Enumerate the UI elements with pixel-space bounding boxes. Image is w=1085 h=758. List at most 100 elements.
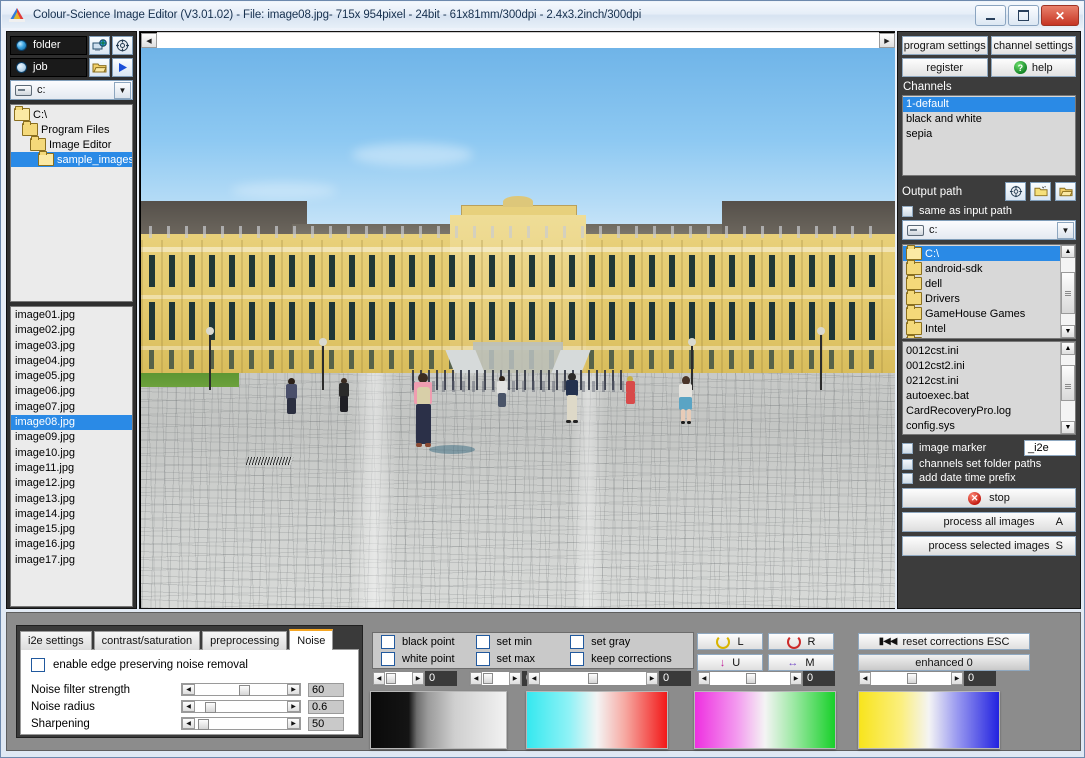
network-computer-icon[interactable]: [89, 35, 110, 55]
input-file-list[interactable]: image01.jpg image02.jpg image03.jpg imag…: [10, 306, 133, 607]
folder-item[interactable]: Intel: [903, 320, 1060, 336]
channel-item[interactable]: sepia: [903, 127, 1075, 142]
list-item[interactable]: image03.jpg: [11, 339, 132, 354]
slider-thumb[interactable]: [483, 673, 493, 684]
process-all-images-button[interactable]: process all images A: [902, 512, 1076, 532]
channel-item[interactable]: black and white: [903, 112, 1075, 127]
folder-item[interactable]: dell: [903, 275, 1060, 291]
black-point-checkbox[interactable]: [381, 635, 395, 649]
list-item[interactable]: image07.jpg: [11, 400, 132, 415]
list-item[interactable]: image06.jpg: [11, 384, 132, 399]
black-point-row[interactable]: black point: [381, 634, 476, 651]
slider-thumb[interactable]: [239, 685, 250, 696]
sharpening-slider[interactable]: ◀ ▶: [181, 717, 301, 730]
slider-left-arrow[interactable]: ◀: [373, 672, 385, 685]
mini-slider-track-4[interactable]: ◀ ▶: [697, 671, 803, 686]
list-item[interactable]: config.sys: [903, 418, 1060, 433]
list-item[interactable]: 0212cst.ini: [903, 373, 1060, 388]
swatch-yellow-blue-ramp[interactable]: [858, 691, 1000, 749]
keep-corrections-row[interactable]: keep corrections: [570, 651, 693, 668]
slider-thumb[interactable]: [386, 673, 396, 684]
rotate-left-button[interactable]: L: [697, 633, 763, 650]
list-item[interactable]: image05.jpg: [11, 369, 132, 384]
process-selected-images-button[interactable]: process selected images S: [902, 536, 1076, 556]
list-item[interactable]: image01.jpg: [11, 308, 132, 323]
white-point-checkbox[interactable]: [381, 652, 395, 666]
input-drive-select[interactable]: c: ▼: [10, 80, 133, 100]
slider-thumb[interactable]: [205, 702, 216, 713]
tree-node[interactable]: Program Files: [11, 121, 132, 137]
list-item[interactable]: image17.jpg: [11, 553, 132, 568]
set-min-checkbox[interactable]: [475, 635, 490, 649]
maximize-button[interactable]: [1008, 5, 1039, 26]
scroll-track[interactable]: [157, 32, 879, 49]
date-time-prefix-checkbox[interactable]: [902, 472, 913, 484]
folder-item-selected[interactable]: C:\: [903, 245, 1060, 261]
output-file-scrollbar[interactable]: ▲ ▼: [1060, 342, 1075, 434]
horizontal-scrollbar[interactable]: ◀ ▶: [141, 32, 895, 49]
slider-left-arrow[interactable]: ◀: [698, 672, 710, 685]
tab-i2e-settings[interactable]: i2e settings: [20, 631, 92, 650]
list-item[interactable]: image14.jpg: [11, 507, 132, 522]
scroll-up-button[interactable]: ▲: [1061, 245, 1075, 258]
output-file-list[interactable]: 0012cst.ini 0012cst2.ini 0212cst.ini aut…: [902, 341, 1076, 435]
slider-right-arrow[interactable]: ▶: [509, 672, 521, 685]
list-item[interactable]: autoexec.bat: [903, 388, 1060, 403]
mini-slider-track-3[interactable]: ◀ ▶: [527, 671, 659, 686]
reset-corrections-button[interactable]: ▮◀◀ reset corrections ESC: [858, 633, 1030, 650]
tab-preprocessing[interactable]: preprocessing: [202, 631, 288, 650]
tree-node[interactable]: Image Editor: [11, 136, 132, 152]
program-settings-button[interactable]: program settings: [902, 36, 988, 55]
scroll-down-button[interactable]: ▼: [1061, 421, 1075, 434]
list-item[interactable]: image10.jpg: [11, 446, 132, 461]
list-item[interactable]: END: [903, 433, 1060, 434]
mirror-button[interactable]: ↔ M: [768, 654, 834, 671]
stop-button[interactable]: ✕ stop: [902, 488, 1076, 508]
set-max-row[interactable]: set max: [475, 651, 571, 668]
open-folder-icon[interactable]: [89, 57, 110, 77]
slider-thumb[interactable]: [588, 673, 598, 684]
mini-slider-4[interactable]: ◀ ▶ 0: [697, 671, 837, 686]
list-item[interactable]: CardRecoveryPro.log: [903, 403, 1060, 418]
slider-left-arrow[interactable]: ◀: [859, 672, 871, 685]
list-item[interactable]: image02.jpg: [11, 323, 132, 338]
open-folder-icon[interactable]: [1055, 182, 1076, 201]
folder-tree[interactable]: C:\ Program Files Image Editor sample_im…: [10, 104, 133, 302]
list-item[interactable]: image11.jpg: [11, 461, 132, 476]
slider-right-arrow[interactable]: ▶: [951, 672, 963, 685]
noise-filter-strength-slider[interactable]: ◀ ▶: [181, 683, 301, 696]
enhanced-button[interactable]: enhanced 0: [858, 654, 1030, 671]
list-item[interactable]: 0012cst2.ini: [903, 358, 1060, 373]
scroll-thumb[interactable]: [1061, 272, 1075, 314]
target-icon[interactable]: [1005, 182, 1026, 201]
enable-noise-removal-checkbox[interactable]: [31, 658, 45, 672]
slider-right-arrow[interactable]: ▶: [287, 684, 300, 695]
list-item[interactable]: image13.jpg: [11, 492, 132, 507]
mini-slider-track-5[interactable]: ◀ ▶: [858, 671, 964, 686]
close-button[interactable]: ✕: [1041, 5, 1079, 26]
slider-right-arrow[interactable]: ▶: [646, 672, 658, 685]
list-item[interactable]: image09.jpg: [11, 430, 132, 445]
folder-item[interactable]: Log: [903, 335, 1060, 338]
help-button[interactable]: ? help: [990, 58, 1076, 77]
swatch-grayscale-ramp[interactable]: [370, 691, 507, 749]
target-icon[interactable]: [112, 35, 133, 55]
image-marker-input[interactable]: _i2e: [1024, 440, 1076, 456]
date-time-prefix-row[interactable]: add date time prefix: [902, 472, 1076, 484]
slider-left-arrow[interactable]: ◀: [182, 701, 195, 712]
mini-slider-5[interactable]: ◀ ▶ 0: [858, 671, 998, 686]
tab-noise[interactable]: Noise: [289, 629, 334, 650]
set-min-row[interactable]: set min: [475, 634, 571, 651]
mode-folder[interactable]: folder: [10, 35, 87, 55]
same-as-input-checkbox[interactable]: [902, 205, 913, 217]
channel-settings-button[interactable]: channel settings: [990, 36, 1076, 55]
slider-left-arrow[interactable]: ◀: [470, 672, 482, 685]
play-icon[interactable]: [112, 57, 133, 77]
folder-item[interactable]: Drivers: [903, 290, 1060, 306]
slider-thumb[interactable]: [198, 719, 209, 730]
minimize-button[interactable]: [975, 5, 1006, 26]
slider-thumb[interactable]: [907, 673, 917, 684]
scroll-down-button[interactable]: ▼: [1061, 325, 1075, 338]
scroll-thumb[interactable]: [1061, 365, 1075, 401]
slider-right-arrow[interactable]: ▶: [287, 718, 300, 729]
